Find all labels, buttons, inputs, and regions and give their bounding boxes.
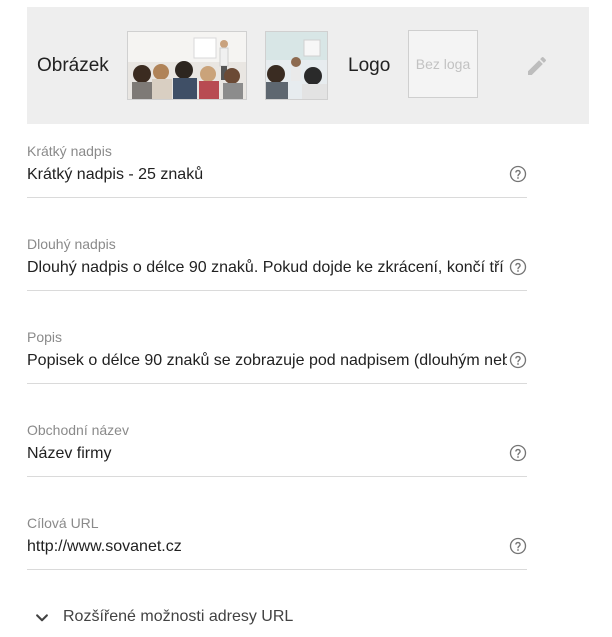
field-label: Cílová URL	[27, 515, 99, 531]
help-icon[interactable]	[509, 444, 527, 462]
media-panel: Obrázek Logo Bez loga	[27, 7, 589, 124]
short-headline-input[interactable]: Krátký nadpis - 25 znaků	[27, 165, 507, 185]
chevron-down-icon	[36, 614, 48, 622]
image-thumbnail-landscape[interactable]	[127, 31, 247, 100]
edit-media-button[interactable]	[525, 54, 549, 78]
image-thumbnail-square[interactable]	[265, 31, 328, 100]
field-underline	[27, 569, 527, 570]
field-label: Krátký nadpis	[27, 143, 112, 159]
presentation-photo	[266, 32, 327, 99]
logo-label: Logo	[348, 55, 391, 76]
field-label: Popis	[27, 329, 63, 345]
field-underline	[27, 476, 527, 477]
image-label: Obrázek	[37, 55, 109, 76]
presentation-photo	[128, 32, 246, 99]
final-url-field: Cílová URL http://www.sovanet.cz	[27, 515, 527, 585]
business-name-field: Obchodní název Název firmy	[27, 422, 527, 492]
help-icon[interactable]	[509, 537, 527, 555]
help-icon[interactable]	[509, 351, 527, 369]
logo-placeholder[interactable]: Bez loga	[408, 30, 478, 98]
field-underline	[27, 383, 527, 384]
long-headline-field: Dlouhý nadpis Dlouhý nadpis o délce 90 z…	[27, 236, 527, 306]
field-underline	[27, 290, 527, 291]
final-url-input[interactable]: http://www.sovanet.cz	[27, 537, 507, 557]
description-field: Popis Popisek o délce 90 znaků se zobraz…	[27, 329, 527, 399]
advanced-url-options-label: Rozšířené možnosti adresy URL	[63, 608, 294, 625]
help-icon[interactable]	[509, 165, 527, 183]
long-headline-input[interactable]: Dlouhý nadpis o délce 90 znaků. Pokud do…	[27, 258, 507, 278]
field-underline	[27, 197, 527, 198]
short-headline-field: Krátký nadpis Krátký nadpis - 25 znaků	[27, 143, 527, 213]
description-input[interactable]: Popisek o délce 90 znaků se zobrazuje po…	[27, 351, 507, 371]
business-name-input[interactable]: Název firmy	[27, 444, 507, 464]
field-label: Obchodní název	[27, 422, 129, 438]
field-label: Dlouhý nadpis	[27, 236, 116, 252]
pencil-icon	[528, 56, 547, 75]
help-icon[interactable]	[509, 258, 527, 276]
